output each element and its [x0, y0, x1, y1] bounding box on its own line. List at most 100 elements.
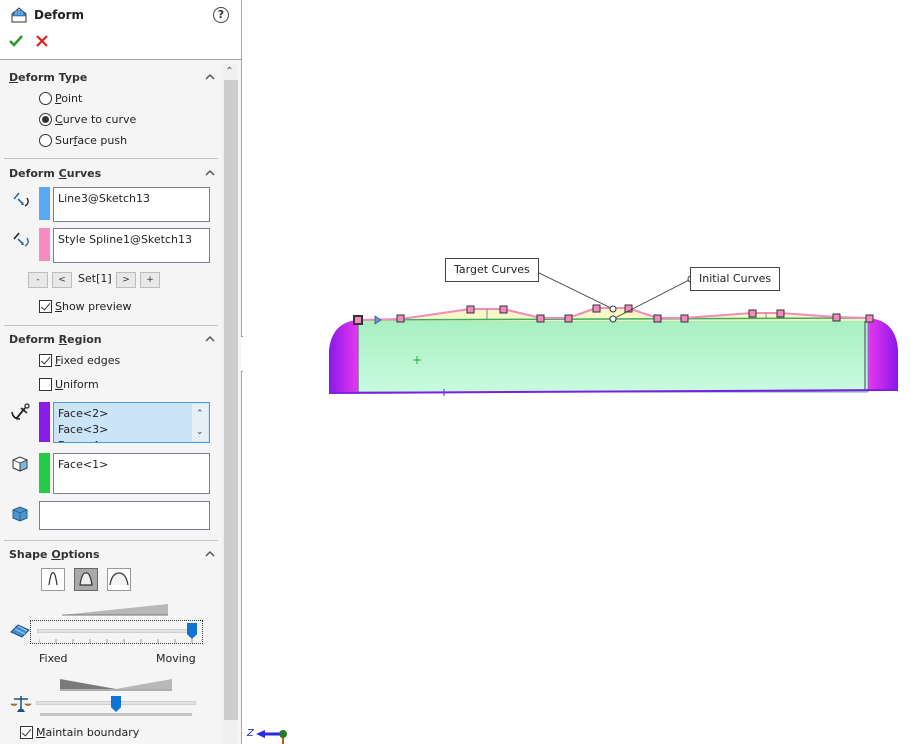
radio-surface-push[interactable] — [39, 134, 52, 147]
initial-curve-item[interactable]: Line3@Sketch13 — [58, 191, 205, 207]
body-icon — [12, 506, 28, 522]
property-manager: Deform ? ⌃ Deform Type Point Curve to cu… — [0, 0, 242, 744]
fixed-moving-slider[interactable] — [30, 620, 203, 644]
remove-set-button[interactable]: - — [28, 272, 48, 288]
section-divider — [4, 540, 218, 541]
spline-handle — [865, 314, 874, 323]
radio-curve-to-curve-label[interactable]: Curve to curve — [55, 113, 136, 126]
spline-handle — [396, 314, 405, 323]
section-divider — [4, 325, 218, 326]
collapse-caret-icon[interactable] — [204, 334, 216, 344]
panel-title: Deform — [34, 8, 84, 22]
slider-ticks — [39, 639, 193, 643]
fixed-faces-color-swatch — [39, 402, 50, 442]
uniform-label[interactable]: Uniform — [55, 378, 99, 391]
radio-curve-to-curve[interactable] — [39, 113, 52, 126]
scrollbar-thumb[interactable] — [224, 80, 238, 720]
spline-handle — [466, 305, 475, 314]
add-set-button[interactable]: + — [140, 272, 160, 288]
target-curve-item[interactable]: Style Spline1@Sketch13 — [58, 232, 205, 248]
show-preview-checkbox[interactable] — [39, 300, 52, 313]
deform-face — [357, 319, 869, 393]
narrow-curve-icon — [48, 572, 58, 586]
bodies-selection-box[interactable] — [39, 501, 210, 530]
model-preview — [256, 266, 899, 744]
scroll-down-icon[interactable]: ⌄ — [196, 424, 204, 440]
collapse-caret-icon[interactable] — [204, 549, 216, 559]
cancel-x-button[interactable] — [34, 33, 50, 49]
listbox-scrollbar[interactable]: ⌃ ⌄ — [192, 404, 208, 441]
initial-callout-leader — [612, 278, 692, 320]
moving-label: Moving — [156, 652, 196, 665]
next-set-button[interactable]: > — [116, 272, 136, 288]
spline-handle — [592, 304, 601, 313]
collapse-caret-icon[interactable] — [204, 168, 216, 178]
stiffness-minimum-button[interactable] — [41, 568, 65, 591]
fixed-face-item[interactable]: Face<3> — [58, 422, 189, 438]
maintain-boundary-label[interactable]: Maintain boundary — [36, 726, 139, 739]
shape-options-section-title[interactable]: Shape Options — [9, 548, 100, 561]
target-callout-leader — [532, 269, 614, 310]
initial-curves-callout: Initial Curves — [690, 267, 781, 291]
fixed-edges-label[interactable]: Fixed edges — [55, 354, 120, 367]
spline-handle — [680, 314, 689, 323]
medium-curve-icon — [79, 572, 93, 586]
scroll-up-icon[interactable]: ⌃ — [196, 406, 204, 422]
spline-handle — [536, 314, 545, 323]
slider-thumb[interactable] — [187, 623, 197, 639]
initial-curve-selection-box[interactable]: Line3@Sketch13 — [53, 187, 210, 222]
radio-surface-push-label[interactable]: Surface push — [55, 134, 127, 147]
shape-accuracy-slider-thumb[interactable] — [111, 696, 121, 712]
face-item[interactable]: Face<1> — [58, 457, 205, 473]
radio-point-label[interactable]: Point — [55, 92, 82, 105]
spline-handle — [832, 313, 841, 322]
face-icon — [12, 456, 28, 472]
initial-curve-color-swatch — [39, 187, 50, 220]
graphics-viewport[interactable]: Target Curves Initial Curves — [243, 0, 911, 744]
deform-region-section-title[interactable]: Deform Region — [9, 333, 102, 346]
stiffness-medium-button[interactable] — [74, 568, 98, 591]
balance-scale-icon — [10, 696, 32, 712]
spline-handle — [748, 309, 757, 318]
deform-feature-icon — [11, 7, 27, 23]
fixed-moving-icon — [10, 624, 30, 638]
target-curve-icon — [13, 232, 29, 247]
initial-curve-icon — [13, 192, 29, 207]
deform-curves-section-title[interactable]: Deform Curves — [9, 167, 101, 180]
current-set-label: Set[1] — [78, 272, 112, 285]
previous-set-button[interactable]: < — [52, 272, 72, 288]
maintain-boundary-checkbox[interactable] — [20, 726, 33, 739]
uniform-checkbox[interactable] — [39, 378, 52, 391]
deform-type-section-title[interactable]: Deform Type — [9, 71, 87, 84]
right-end-face — [868, 318, 898, 390]
ok-checkmark-button[interactable] — [8, 33, 24, 49]
fixed-label: Fixed — [39, 652, 68, 665]
fixed-faces-selection-box[interactable]: Face<2> Face<3> Face<4> ⌃ ⌄ — [53, 402, 210, 443]
show-preview-label[interactable]: Show preview — [55, 300, 132, 313]
property-manager-header: Deform ? — [0, 0, 241, 60]
target-curve-color-swatch — [39, 228, 50, 261]
faces-to-deform-color-swatch — [39, 453, 50, 493]
app-window: Deform ? ⌃ Deform Type Point Curve to cu… — [0, 0, 911, 744]
slider-track[interactable] — [37, 629, 197, 633]
help-icon[interactable]: ? — [213, 7, 229, 23]
spline-handle — [499, 305, 508, 314]
left-end-face — [329, 320, 358, 393]
section-divider — [4, 158, 218, 159]
stiffness-ramp-graphic — [62, 604, 168, 616]
radio-point[interactable] — [39, 92, 52, 105]
stiffness-maximum-button[interactable] — [107, 568, 131, 591]
collapse-caret-icon[interactable] — [204, 72, 216, 82]
scroll-up-arrow-icon[interactable]: ⌃ — [222, 64, 237, 80]
fixed-face-item[interactable]: Face<2> — [58, 406, 189, 422]
slider-base-bar — [40, 713, 192, 716]
target-curve-selection-box[interactable]: Style Spline1@Sketch13 — [53, 228, 210, 263]
fixed-face-item[interactable]: Face<4> — [58, 438, 189, 442]
panel-scrollbar[interactable]: ⌃ — [222, 64, 238, 744]
spline-handle — [564, 314, 573, 323]
wide-curve-icon — [109, 572, 129, 586]
spline-start-handle — [353, 315, 363, 325]
faces-to-deform-selection-box[interactable]: Face<1> — [53, 453, 210, 494]
triad-z-axis-label: Z — [247, 728, 254, 739]
fixed-edges-checkbox[interactable] — [39, 354, 52, 367]
